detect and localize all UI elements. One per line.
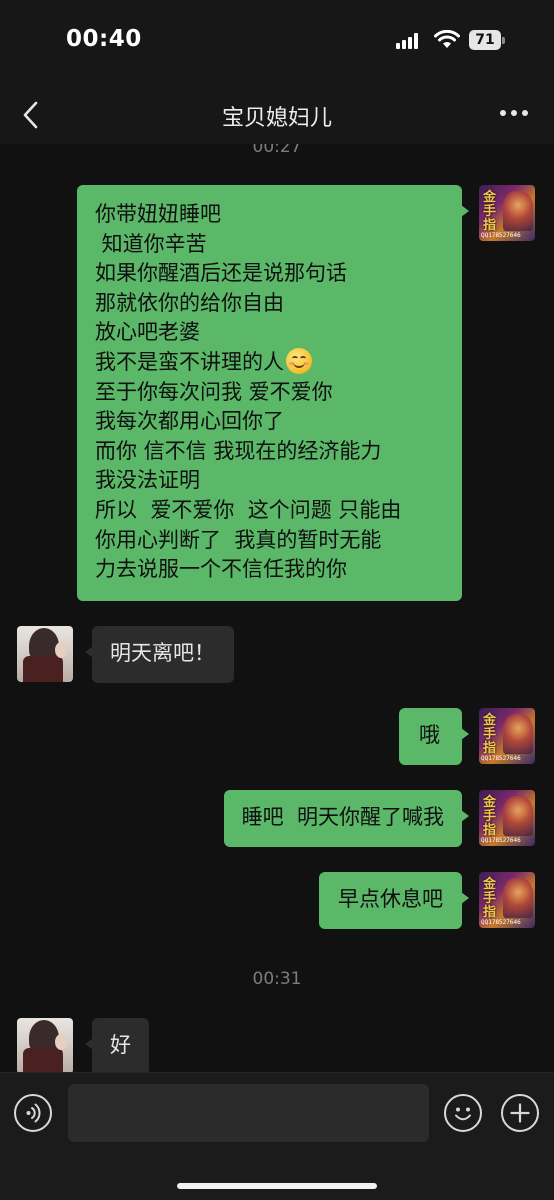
avatar-self-tag: QQ178527646	[481, 837, 521, 844]
message-line: 那就依你的给你自由	[95, 290, 284, 315]
avatar-self-text: 金手指	[483, 713, 497, 756]
avatar-self-text: 金手指	[483, 795, 497, 838]
message-line: 我每次都用心回你了	[95, 409, 284, 434]
avatar-contact[interactable]	[17, 626, 73, 682]
timestamp: 00:27	[252, 144, 302, 157]
battery-icon: 71	[469, 30, 505, 50]
more-dots-icon[interactable]	[500, 110, 528, 118]
avatar-self[interactable]: 金手指 QQ178527646	[479, 185, 535, 241]
message-line: 你用心判断了 我真的暂时无能	[95, 527, 382, 552]
message-bubble-outgoing[interactable]: 哦	[399, 708, 469, 765]
message-line: 放心吧老婆	[95, 320, 200, 345]
status-time: 00:40	[66, 26, 142, 52]
avatar-self[interactable]: 金手指 QQ178527646	[479, 872, 535, 928]
avatar-self[interactable]: 金手指 QQ178527646	[479, 708, 535, 764]
message-line: 而你 信不信 我现在的经济能力	[95, 438, 382, 463]
message-line: 如果你醒酒后还是说那句话	[95, 261, 347, 286]
message-bubble-incoming[interactable]: 好	[85, 1018, 149, 1072]
avatar-self-tag: QQ178527646	[481, 232, 521, 239]
message-bubble-incoming[interactable]: 明天离吧！	[85, 626, 234, 683]
avatar-self-tag: QQ178527646	[481, 919, 521, 926]
input-bar	[0, 1072, 554, 1200]
home-indicator[interactable]	[177, 1183, 377, 1189]
battery-level: 71	[475, 32, 495, 48]
avatar-self[interactable]: 金手指 QQ178527646	[479, 790, 535, 846]
signal-icon	[396, 33, 420, 49]
message-line: 我没法证明	[95, 468, 200, 493]
message-bubble-outgoing[interactable]: 睡吧 明天你醒了喊我	[223, 790, 470, 847]
message-line: 至于你每次问我 爱不爱你	[95, 379, 333, 404]
avatar-self-tag: QQ178527646	[481, 755, 521, 762]
avatar-self-text: 金手指	[483, 190, 497, 233]
message-bubble-outgoing[interactable]: 早点休息吧	[319, 872, 469, 929]
smiling-face-emoji	[286, 347, 312, 374]
nav-bar: 宝贝媳妇儿	[0, 86, 554, 144]
avatar-contact[interactable]	[17, 1018, 73, 1072]
message-line: 知道你辛苦	[95, 231, 207, 256]
message-text: 睡吧 明天你醒了喊我	[241, 805, 444, 829]
wifi-icon	[434, 30, 460, 48]
chat-screen: 00:40 71 宝贝媳妇儿 00:27 你带妞妞睡吧 知道你辛苦 如果你醒酒后…	[0, 0, 554, 1200]
timestamp: 00:31	[252, 969, 302, 989]
voice-icon[interactable]	[14, 1094, 52, 1132]
plus-icon[interactable]	[501, 1094, 539, 1132]
message-input[interactable]	[68, 1084, 429, 1142]
message-list[interactable]: 00:27 你带妞妞睡吧 知道你辛苦 如果你醒酒后还是说那句话 那就依你的给你自…	[0, 144, 554, 1072]
message-line-with-emoji: 我不是蛮不讲理的人	[95, 347, 462, 378]
message-line: 我不是蛮不讲理的人	[95, 349, 284, 374]
status-bar: 00:40 71	[0, 0, 554, 86]
message-line: 力去说服一个不信任我的你	[95, 557, 347, 582]
avatar-self-text: 金手指	[483, 877, 497, 920]
message-line: 你带妞妞睡吧	[95, 202, 221, 226]
chat-title: 宝贝媳妇儿	[221, 106, 332, 131]
message-line: 所以 爱不爱你 这个问题 只能由	[95, 497, 402, 522]
message-bubble-outgoing[interactable]: 你带妞妞睡吧 知道你辛苦 如果你醒酒后还是说那句话 那就依你的给你自由 放心吧老…	[77, 185, 469, 601]
emoji-icon[interactable]	[444, 1094, 482, 1132]
